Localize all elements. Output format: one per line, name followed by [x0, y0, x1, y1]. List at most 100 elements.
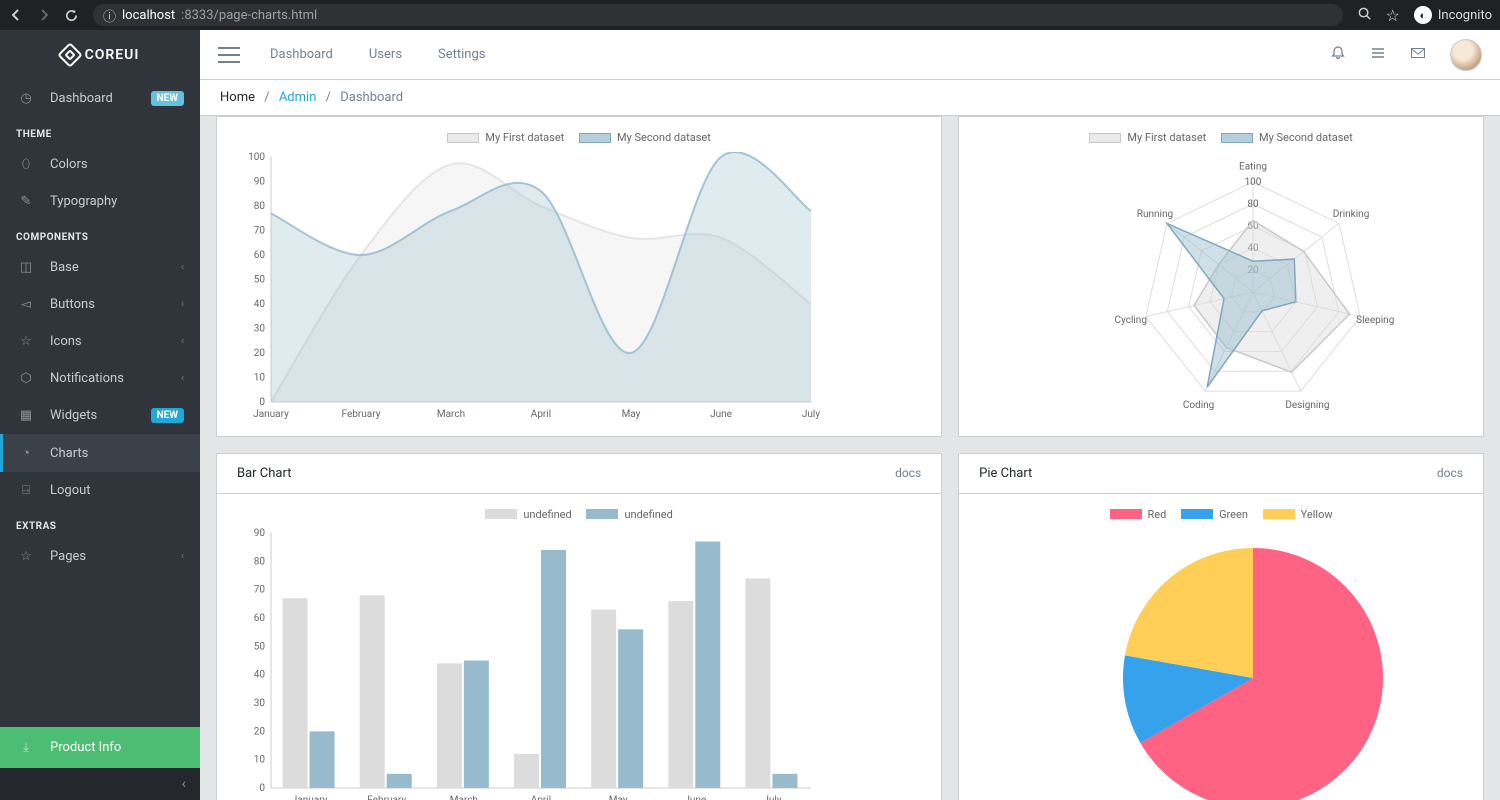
sidebar-item-colors[interactable]: ⬯ Colors [0, 146, 200, 183]
sidebar-item-charts[interactable]: ◔ Charts [0, 434, 200, 472]
legend-swatch [586, 509, 618, 519]
url-bar[interactable]: ⓘ localhost:8333/page-charts.html [93, 4, 1343, 26]
svg-text:100: 100 [248, 152, 265, 163]
product-info-label: Product Info [50, 740, 121, 755]
topnav-dashboard[interactable]: Dashboard [270, 47, 333, 62]
avatar[interactable] [1450, 39, 1482, 71]
sidebar-item-dashboard[interactable]: ◷ Dashboard NEW [0, 80, 200, 117]
sidebar-item-buttons[interactable]: ◅Buttons‹ [0, 286, 200, 323]
svg-text:March: March [450, 795, 478, 800]
sidebar-item-widgets[interactable]: ▦WidgetsNEW [0, 397, 200, 434]
list-icon[interactable] [1370, 45, 1386, 65]
line-chart: 0102030405060708090100JanuaryFebruaryMar… [231, 152, 821, 422]
svg-text:80: 80 [254, 201, 266, 212]
svg-text:20: 20 [254, 726, 266, 737]
svg-text:January: January [292, 795, 328, 800]
url-path: :8333/page-charts.html [181, 8, 317, 23]
legend-swatch [1263, 509, 1295, 519]
svg-text:60: 60 [254, 250, 266, 261]
sidebar-item-pages[interactable]: ☆Pages‹ [0, 538, 200, 575]
svg-text:70: 70 [254, 225, 266, 236]
sidebar-item-label: Pages [50, 549, 181, 564]
incognito-indicator: ◐ Incognito [1414, 6, 1492, 24]
legend-swatch [1221, 133, 1253, 143]
svg-text:60: 60 [254, 613, 266, 624]
reload-icon[interactable] [64, 7, 79, 23]
svg-text:April: April [531, 795, 551, 800]
legend-label: Green [1219, 508, 1248, 521]
sidebar-item-typography[interactable]: ✎ Typography [0, 183, 200, 220]
envelope-icon[interactable] [1410, 45, 1426, 65]
brand[interactable]: COREUI [0, 30, 200, 80]
docs-link[interactable]: docs [895, 466, 921, 481]
sidebar-item-notifications[interactable]: ⬡Notifications‹ [0, 360, 200, 397]
svg-text:March: March [437, 409, 465, 420]
legend-item-green[interactable]: Green [1181, 508, 1248, 521]
sidebar-item-base[interactable]: ◫Base‹ [0, 249, 200, 286]
legend-item-second[interactable]: My Second dataset [1221, 131, 1353, 144]
card-line-chart: My First dataset My Second dataset 01020… [216, 116, 942, 437]
tab-search-icon[interactable] [1357, 6, 1372, 25]
sidebar-minimizer[interactable]: ‹ [0, 768, 200, 800]
sidebar-item-label: Base [50, 260, 181, 275]
pie-chart-icon: ◔ [16, 445, 36, 461]
docs-link[interactable]: docs [1437, 466, 1463, 481]
nav-title-extras: EXTRAS [0, 509, 200, 538]
content: My First dataset My Second dataset 01020… [200, 116, 1500, 800]
legend-label: My First dataset [485, 131, 564, 144]
bookmark-icon[interactable]: ☆ [1386, 6, 1400, 25]
chevron-left-icon: ‹ [181, 299, 184, 310]
sidebar-item-label: Charts [50, 446, 184, 461]
star-icon: ☆ [16, 549, 36, 564]
legend-item-second[interactable]: undefined [586, 508, 672, 521]
bell-icon[interactable] [1330, 45, 1346, 65]
breadcrumb-current: Dashboard [340, 90, 403, 105]
legend-item-red[interactable]: Red [1110, 508, 1167, 521]
svg-text:Designing: Designing [1285, 399, 1329, 410]
chevron-left-icon: ‹ [181, 336, 184, 347]
sidebar-item-label: Typography [50, 194, 184, 209]
back-icon[interactable] [8, 7, 24, 23]
drop-icon: ⬯ [16, 157, 36, 172]
brand-text: COREUI [85, 47, 140, 63]
bar-chart: 0102030405060708090JanuaryFebruaryMarchA… [231, 528, 821, 800]
legend-item-first[interactable]: My First dataset [447, 131, 564, 144]
svg-text:May: May [622, 409, 641, 420]
card-title: Bar Chart [237, 466, 291, 481]
legend-label: undefined [523, 508, 571, 521]
sidebar-item-logout[interactable]: ⍈Logout [0, 472, 200, 509]
nav-title-components: COMPONENTS [0, 220, 200, 249]
breadcrumb-home[interactable]: Home [220, 90, 255, 105]
forward-icon[interactable] [36, 7, 52, 23]
sidebar-toggle-icon[interactable] [218, 47, 240, 63]
legend-item-first[interactable]: undefined [485, 508, 571, 521]
card-pie-chart: Pie Chartdocs Red Green Yellow [958, 453, 1484, 800]
svg-text:July: July [802, 409, 820, 420]
legend-label: My First dataset [1127, 131, 1206, 144]
brand-logo-icon [57, 42, 82, 67]
svg-text:70: 70 [254, 585, 266, 596]
product-info-button[interactable]: ⤓ Product Info [0, 727, 200, 768]
legend-label: Red [1148, 508, 1167, 521]
pie-chart-legend: Red Green Yellow [973, 508, 1469, 523]
cursor-icon: ◅ [16, 297, 36, 312]
legend-label: Yellow [1301, 508, 1333, 521]
svg-text:Coding: Coding [1183, 399, 1214, 410]
download-icon: ⤓ [16, 740, 36, 755]
breadcrumb-sep: / [326, 90, 331, 105]
svg-text:June: June [684, 795, 706, 800]
legend-item-yellow[interactable]: Yellow [1263, 508, 1333, 521]
sidebar-item-icons[interactable]: ☆Icons‹ [0, 323, 200, 360]
legend-item-second[interactable]: My Second dataset [579, 131, 711, 144]
topbar: Dashboard Users Settings [200, 30, 1500, 80]
topnav-users[interactable]: Users [369, 47, 402, 62]
sidebar-item-label: Colors [50, 157, 184, 172]
topnav-settings[interactable]: Settings [438, 47, 485, 62]
legend-label: My Second dataset [617, 131, 711, 144]
breadcrumb-admin[interactable]: Admin [279, 90, 317, 105]
sidebar-item-label: Dashboard [50, 91, 151, 106]
chevron-left-icon屹: ‹ [181, 373, 184, 384]
legend-label: undefined [624, 508, 672, 521]
legend-item-first[interactable]: My First dataset [1089, 131, 1206, 144]
pencil-icon: ✎ [16, 194, 36, 209]
